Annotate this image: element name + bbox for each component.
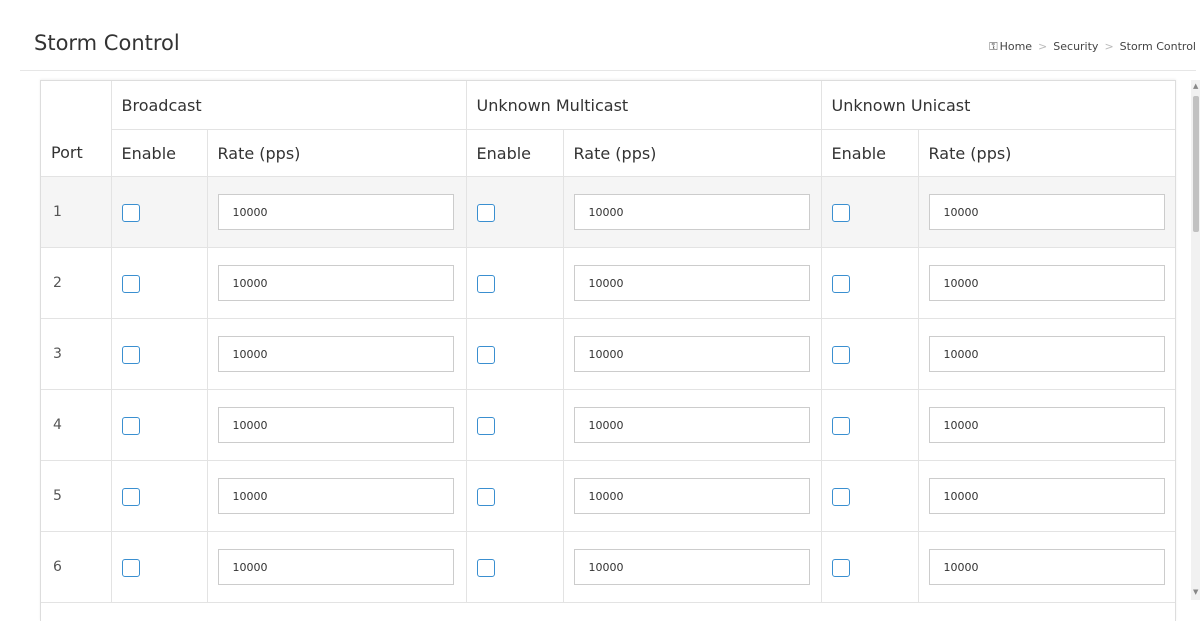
unicast-enable-checkbox[interactable] xyxy=(831,345,850,364)
broadcast-enable-checkbox[interactable] xyxy=(121,345,140,364)
multicast-rate-input[interactable] xyxy=(573,478,810,514)
unicast-enable-checkbox[interactable] xyxy=(831,416,850,435)
breadcrumb: ⚿ Home > Security > Storm Control xyxy=(989,40,1196,54)
multicast-enable-checkbox[interactable] xyxy=(476,345,495,364)
unicast-rate-header: Rate (pps) xyxy=(917,129,1175,177)
multicast-enable-checkbox[interactable] xyxy=(476,487,495,506)
scroll-up-arrow-icon[interactable]: ▲ xyxy=(1193,82,1198,90)
broadcast-enable-checkbox[interactable] xyxy=(121,487,140,506)
unicast-enable-checkbox[interactable] xyxy=(831,274,850,293)
unicast-rate-input[interactable] xyxy=(928,407,1165,443)
breadcrumb-separator: > xyxy=(1038,40,1048,53)
broadcast-rate-input[interactable] xyxy=(217,549,454,585)
page-header: Storm Control ⚿ Home > Security > Storm Contr… xyxy=(20,22,1196,71)
broadcast-enable-checkbox[interactable] xyxy=(121,416,140,435)
broadcast-enable-checkbox[interactable] xyxy=(121,203,140,222)
scroll-down-arrow-icon[interactable]: ▼ xyxy=(1193,588,1198,596)
broadcast-rate-input[interactable] xyxy=(217,265,454,301)
broadcast-rate-input[interactable] xyxy=(217,336,454,372)
broadcast-enable-checkbox[interactable] xyxy=(121,558,140,577)
broadcast-rate-header: Rate (pps) xyxy=(206,129,467,177)
multicast-rate-input[interactable] xyxy=(573,265,810,301)
multicast-rate-input[interactable] xyxy=(573,194,810,230)
unicast-rate-input[interactable] xyxy=(928,265,1165,301)
unknown-unicast-group-header: Unknown Unicast xyxy=(820,81,1175,130)
storm-control-table: Port Broadcast Unknown Multicast Unknown… xyxy=(41,81,1175,603)
port-number: 4 xyxy=(41,389,112,461)
scrollbar-thumb[interactable] xyxy=(1193,96,1199,232)
table-row: 2 xyxy=(41,247,1175,319)
broadcast-rate-input[interactable] xyxy=(217,194,454,230)
multicast-rate-input[interactable] xyxy=(573,407,810,443)
breadcrumb-security[interactable]: Security xyxy=(1053,40,1098,53)
unicast-rate-input[interactable] xyxy=(928,549,1165,585)
broadcast-rate-input[interactable] xyxy=(217,407,454,443)
broadcast-group-header: Broadcast xyxy=(110,81,467,130)
port-number: 5 xyxy=(41,460,112,532)
storm-control-panel: Port Broadcast Unknown Multicast Unknown… xyxy=(40,80,1176,621)
unicast-enable-checkbox[interactable] xyxy=(831,203,850,222)
port-number: 3 xyxy=(41,318,112,390)
table-row: 5 xyxy=(41,460,1175,532)
multicast-enable-checkbox[interactable] xyxy=(476,203,495,222)
unknown-multicast-group-header: Unknown Multicast xyxy=(465,81,822,130)
broadcast-enable-checkbox[interactable] xyxy=(121,274,140,293)
table-row: 3 xyxy=(41,318,1175,390)
breadcrumb-separator: > xyxy=(1104,40,1114,53)
port-header: Port xyxy=(41,81,112,177)
port-number: 6 xyxy=(41,531,112,603)
broadcast-rate-input[interactable] xyxy=(217,478,454,514)
breadcrumb-current: Storm Control xyxy=(1119,40,1196,53)
multicast-rate-input[interactable] xyxy=(573,336,810,372)
page-title: Storm Control xyxy=(34,31,180,55)
table-row: 4 xyxy=(41,389,1175,461)
multicast-enable-checkbox[interactable] xyxy=(476,558,495,577)
broadcast-enable-header: Enable xyxy=(111,129,208,177)
breadcrumb-home[interactable]: Home xyxy=(1000,40,1032,53)
unicast-enable-checkbox[interactable] xyxy=(831,558,850,577)
multicast-enable-header: Enable xyxy=(465,129,564,177)
port-number: 1 xyxy=(41,176,112,248)
multicast-rate-header: Rate (pps) xyxy=(562,129,822,177)
unicast-rate-input[interactable] xyxy=(928,478,1165,514)
unicast-enable-checkbox[interactable] xyxy=(831,487,850,506)
unicast-rate-input[interactable] xyxy=(928,194,1165,230)
unicast-rate-input[interactable] xyxy=(928,336,1165,372)
table-row: 1 xyxy=(41,176,1175,248)
multicast-enable-checkbox[interactable] xyxy=(476,416,495,435)
port-number: 2 xyxy=(41,247,112,319)
home-icon[interactable]: ⚿ xyxy=(989,40,997,53)
unicast-enable-header: Enable xyxy=(820,129,919,177)
table-row: 6 xyxy=(41,531,1175,603)
multicast-enable-checkbox[interactable] xyxy=(476,274,495,293)
multicast-rate-input[interactable] xyxy=(573,549,810,585)
